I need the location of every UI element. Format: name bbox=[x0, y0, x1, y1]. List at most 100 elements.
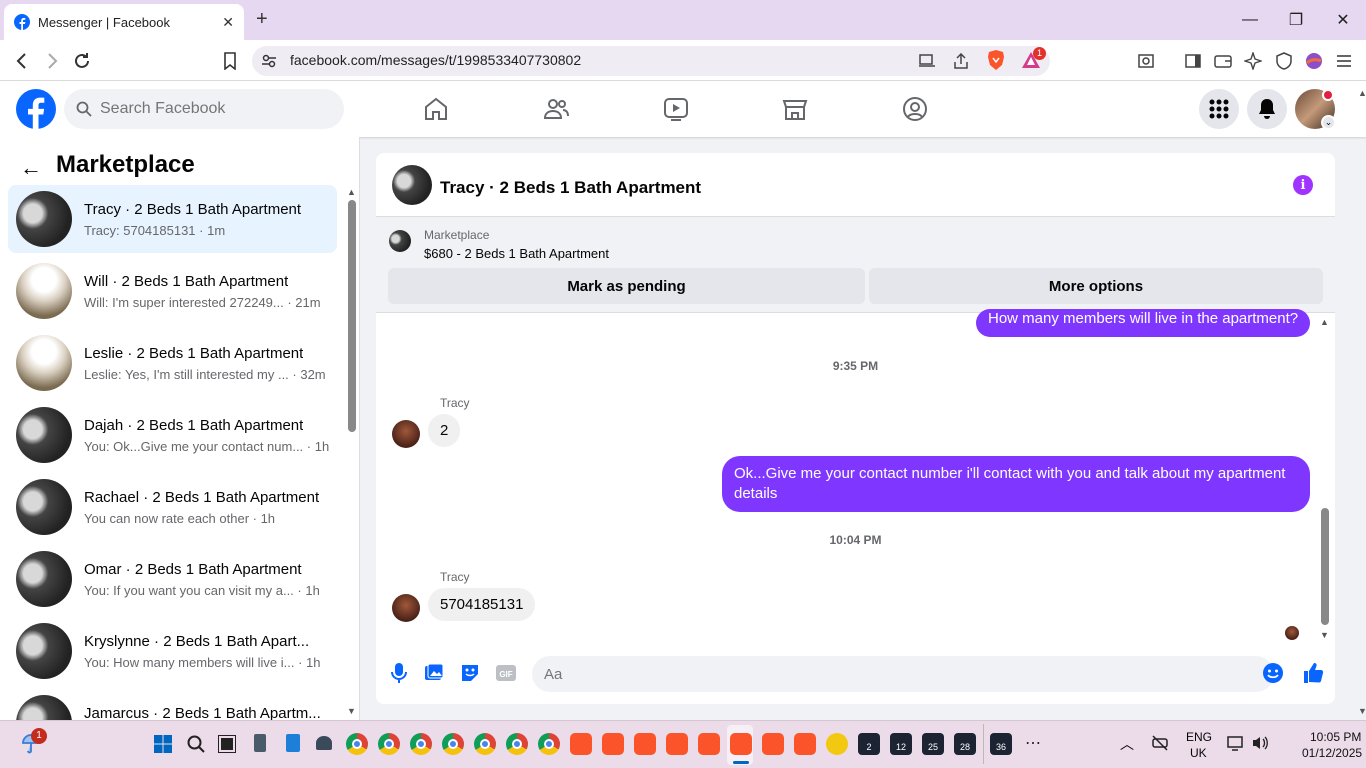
thumbs-up-icon[interactable] bbox=[1302, 662, 1324, 684]
app-icon[interactable] bbox=[826, 733, 848, 755]
app-badge-icon[interactable]: 12 bbox=[890, 733, 912, 755]
mark-as-pending-button[interactable]: Mark as pending bbox=[388, 268, 865, 304]
message-input-box[interactable] bbox=[532, 656, 1274, 692]
profile-icon[interactable] bbox=[1303, 50, 1325, 72]
search-icon[interactable] bbox=[187, 735, 205, 753]
back-icon[interactable] bbox=[11, 50, 33, 72]
notifications-button[interactable] bbox=[1247, 89, 1287, 129]
gif-icon[interactable]: GIF bbox=[495, 662, 517, 684]
task-view-icon[interactable] bbox=[218, 735, 236, 753]
chrome-icon[interactable] bbox=[538, 733, 560, 755]
chrome-icon[interactable] bbox=[410, 733, 432, 755]
brave-icon[interactable] bbox=[634, 733, 656, 755]
site-settings-icon[interactable] bbox=[258, 50, 280, 72]
bookmark-icon[interactable] bbox=[219, 50, 241, 72]
scroll-down-icon[interactable]: ▼ bbox=[347, 706, 356, 716]
conversation-item[interactable]: Omar · 2 Beds 1 Bath Apartment You: If y… bbox=[8, 545, 337, 613]
leo-ai-icon[interactable] bbox=[1242, 50, 1264, 72]
brave-icon[interactable] bbox=[698, 733, 720, 755]
calculator-icon[interactable] bbox=[254, 734, 266, 752]
marketplace-icon[interactable] bbox=[782, 96, 808, 122]
conversation-item[interactable]: Tracy · 2 Beds 1 Bath Apartment Tracy: 5… bbox=[8, 185, 337, 253]
sender-avatar[interactable] bbox=[392, 594, 420, 622]
info-icon[interactable]: i bbox=[1293, 175, 1313, 195]
chrome-icon[interactable] bbox=[378, 733, 400, 755]
page-scrollbar[interactable]: ▲ ▼ bbox=[1358, 88, 1366, 718]
chat-avatar[interactable] bbox=[392, 165, 432, 205]
more-apps-icon[interactable]: ⋯ bbox=[1025, 733, 1041, 753]
brave-shields-icon[interactable] bbox=[985, 49, 1007, 71]
close-tab-icon[interactable]: ✕ bbox=[222, 14, 234, 31]
scroll-up-icon[interactable]: ▲ bbox=[1358, 88, 1366, 98]
sidebar-toggle-icon[interactable] bbox=[1182, 50, 1204, 72]
volume-icon[interactable] bbox=[1251, 735, 1269, 751]
conversation-item[interactable]: Dajah · 2 Beds 1 Bath Apartment You: Ok.… bbox=[8, 401, 337, 469]
chat-title[interactable]: Tracy · 2 Beds 1 Bath Apartment bbox=[440, 178, 701, 198]
microphone-icon[interactable] bbox=[388, 662, 410, 684]
windows-start-icon[interactable] bbox=[154, 735, 172, 753]
reload-icon[interactable] bbox=[71, 50, 93, 72]
app-badge-icon[interactable]: 28 bbox=[954, 733, 976, 755]
chevron-up-icon[interactable]: ︿ bbox=[1120, 734, 1134, 754]
share-icon[interactable] bbox=[950, 50, 972, 72]
conversation-item[interactable]: Leslie · 2 Beds 1 Bath Apartment Leslie:… bbox=[8, 329, 337, 397]
app-badge-icon[interactable]: 25 bbox=[922, 733, 944, 755]
home-icon[interactable] bbox=[423, 96, 449, 122]
brave-icon[interactable] bbox=[730, 733, 752, 755]
conversation-item[interactable]: Kryslynne · 2 Beds 1 Bath Apart... You: … bbox=[8, 617, 337, 685]
photo-icon[interactable] bbox=[423, 662, 445, 684]
listing-thumbnail[interactable] bbox=[389, 230, 411, 252]
network-off-icon[interactable] bbox=[1151, 735, 1169, 751]
browser-tab[interactable]: Messenger | Facebook ✕ bbox=[4, 4, 244, 40]
chevron-down-icon[interactable]: ⌄ bbox=[1321, 115, 1336, 130]
display-icon[interactable] bbox=[1227, 735, 1243, 751]
vpn-icon[interactable] bbox=[1273, 50, 1295, 72]
facebook-logo-icon[interactable] bbox=[16, 89, 56, 129]
sticker-icon[interactable] bbox=[459, 662, 481, 684]
brave-icon[interactable] bbox=[602, 733, 624, 755]
listing-price[interactable]: $680 - 2 Beds 1 Bath Apartment bbox=[424, 246, 609, 261]
menu-grid-button[interactable] bbox=[1199, 89, 1239, 129]
message-input[interactable] bbox=[544, 665, 1224, 683]
brave-icon[interactable] bbox=[794, 733, 816, 755]
back-arrow-icon[interactable]: ← bbox=[20, 155, 42, 181]
new-tab-icon[interactable]: + bbox=[256, 9, 268, 29]
minimize-icon[interactable]: — bbox=[1240, 10, 1260, 30]
video-icon[interactable] bbox=[663, 96, 689, 122]
scroll-down-icon[interactable]: ▼ bbox=[1320, 630, 1329, 640]
conversation-item[interactable]: Rachael · 2 Beds 1 Bath Apartment You ca… bbox=[8, 473, 337, 541]
notepad-icon[interactable] bbox=[286, 734, 300, 752]
search-box[interactable] bbox=[64, 89, 344, 129]
friends-icon[interactable] bbox=[543, 96, 569, 122]
close-window-icon[interactable]: ✕ bbox=[1333, 10, 1353, 30]
sender-avatar[interactable] bbox=[392, 420, 420, 448]
menu-icon[interactable] bbox=[1333, 50, 1355, 72]
brave-icon[interactable] bbox=[570, 733, 592, 755]
emoji-icon[interactable] bbox=[1262, 662, 1284, 684]
chrome-icon[interactable] bbox=[474, 733, 496, 755]
conversation-item[interactable]: Will · 2 Beds 1 Bath Apartment Will: I'm… bbox=[8, 257, 337, 325]
sent-message[interactable]: Ok...Give me your contact number i'll co… bbox=[722, 456, 1310, 512]
search-input[interactable] bbox=[100, 100, 320, 118]
received-message[interactable]: 2 bbox=[428, 414, 461, 447]
maximize-icon[interactable]: ❐ bbox=[1286, 10, 1306, 30]
scroll-up-icon[interactable]: ▲ bbox=[347, 187, 356, 197]
app-badge-icon[interactable]: 36 bbox=[990, 733, 1012, 755]
region-indicator[interactable]: UK bbox=[1190, 746, 1207, 760]
language-indicator[interactable]: ENG bbox=[1186, 730, 1212, 744]
chrome-icon[interactable] bbox=[506, 733, 528, 755]
conversation-item[interactable]: Jamarcus · 2 Beds 1 Bath Apartm... bbox=[8, 689, 337, 720]
reader-mode-icon[interactable] bbox=[1135, 50, 1157, 72]
brave-icon[interactable] bbox=[666, 733, 688, 755]
sent-message[interactable]: How many members will live in the apartm… bbox=[976, 309, 1311, 337]
received-message[interactable]: 5704185131 bbox=[428, 588, 536, 621]
forward-icon[interactable] bbox=[41, 50, 63, 72]
install-app-icon[interactable] bbox=[916, 50, 938, 72]
conversation-list-scrollbar[interactable] bbox=[348, 200, 356, 432]
app-badge-icon[interactable]: 2 bbox=[858, 733, 880, 755]
scroll-up-icon[interactable]: ▲ bbox=[1320, 317, 1329, 327]
wallet-icon[interactable] bbox=[1212, 50, 1234, 72]
gaming-icon[interactable] bbox=[902, 96, 928, 122]
scroll-down-icon[interactable]: ▼ bbox=[1358, 706, 1366, 716]
chrome-icon[interactable] bbox=[442, 733, 464, 755]
